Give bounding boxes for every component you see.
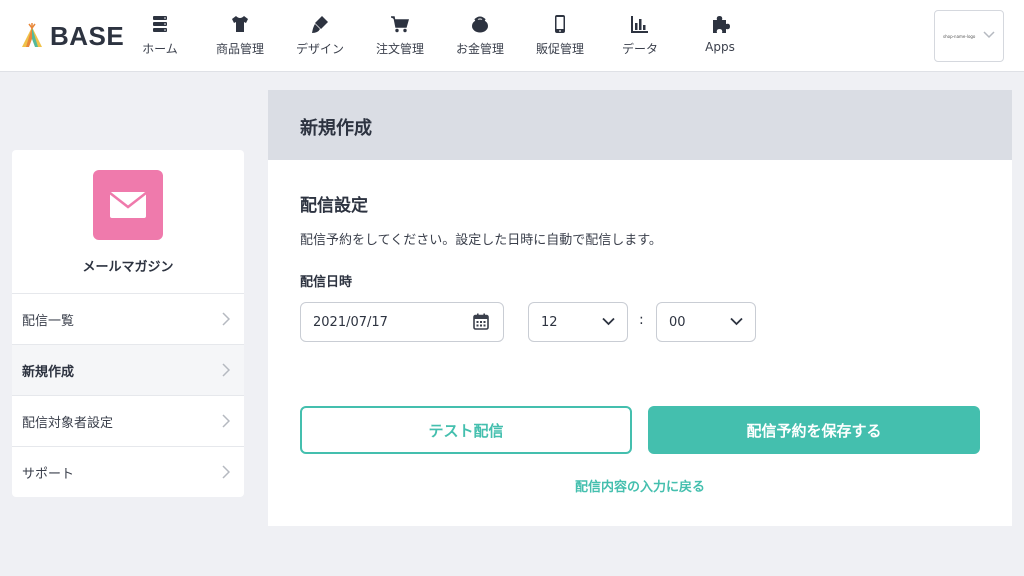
- nav-label: ホーム: [142, 42, 178, 56]
- nav-data[interactable]: データ: [600, 0, 680, 72]
- tent-logo-icon: [22, 23, 42, 47]
- brand-name: BASE: [50, 20, 125, 51]
- sidebar-item-audience[interactable]: 配信対象者設定: [12, 395, 244, 446]
- nav-label: お金管理: [455, 42, 504, 56]
- shop-logo: shop-name-logo: [943, 33, 976, 39]
- nav-home[interactable]: ホーム: [120, 0, 200, 72]
- minute-value: 00: [669, 314, 686, 330]
- chevron-down-icon: [983, 31, 995, 39]
- test-send-button[interactable]: テスト配信: [300, 406, 632, 454]
- main-nav: ホーム 商品管理 デザイン 注文管理 お金管理 販促管理 データ Apps: [120, 0, 760, 72]
- hour-value: 12: [541, 314, 558, 330]
- nav-label: デザイン: [295, 42, 344, 56]
- calendar-icon[interactable]: [473, 313, 489, 330]
- chevron-right-icon: [222, 312, 230, 326]
- sidebar-item-delivery-list[interactable]: 配信一覧: [12, 293, 244, 344]
- chevron-right-icon: [222, 363, 230, 377]
- mail-magazine-app-icon: [93, 170, 163, 240]
- nav-label: データ: [621, 42, 658, 56]
- sidebar-item-label: 配信一覧: [22, 313, 75, 329]
- nav-orders[interactable]: 注文管理: [360, 0, 440, 72]
- back-to-content-link[interactable]: 配信内容の入力に戻る: [300, 476, 980, 495]
- delivery-settings-panel: 配信設定 配信予約をしてください。設定した日時に自動で配信します。 配信日時 1…: [268, 160, 1012, 526]
- sidebar-item-label: 配信対象者設定: [22, 415, 114, 431]
- sidebar-item-label: サポート: [22, 466, 75, 482]
- bar-chart-icon: [631, 16, 648, 33]
- nav-money[interactable]: お金管理: [440, 0, 520, 72]
- tshirt-icon: [232, 16, 248, 32]
- chevron-right-icon: [222, 414, 230, 428]
- app-title: メールマガジン: [82, 260, 174, 275]
- shop-selector[interactable]: shop-name-logo: [934, 10, 1004, 62]
- time-separator: :: [639, 312, 644, 328]
- datetime-label: 配信日時: [300, 275, 353, 290]
- smartphone-icon: [555, 15, 565, 33]
- minute-select[interactable]: 00: [656, 302, 756, 342]
- sidebar: メールマガジン 配信一覧 新規作成 配信対象者設定 サポート: [12, 150, 244, 497]
- save-schedule-button[interactable]: 配信予約を保存する: [648, 406, 980, 454]
- sidebar-item-new[interactable]: 新規作成: [12, 344, 244, 395]
- chevron-right-icon: [222, 465, 230, 479]
- chevron-down-icon: [730, 317, 743, 326]
- home-icon: [153, 16, 167, 32]
- nav-label: 注文管理: [375, 42, 424, 56]
- nav-promotion[interactable]: 販促管理: [520, 0, 600, 72]
- page-header: 新規作成: [268, 90, 1012, 160]
- hour-select[interactable]: 12: [528, 302, 628, 342]
- puzzle-icon: [713, 16, 730, 33]
- wallet-icon: [472, 16, 488, 33]
- sidebar-menu: 配信一覧 新規作成 配信対象者設定 サポート: [12, 293, 244, 497]
- section-description: 配信予約をしてください。設定した日時に自動で配信します。: [300, 233, 662, 248]
- sidebar-item-support[interactable]: サポート: [12, 446, 244, 497]
- nav-label: Apps: [705, 40, 735, 54]
- nav-label: 商品管理: [215, 42, 264, 56]
- nav-label: 販促管理: [535, 42, 584, 56]
- chevron-down-icon: [602, 317, 615, 326]
- page-title: 新規作成: [300, 118, 372, 139]
- nav-products[interactable]: 商品管理: [200, 0, 280, 72]
- envelope-icon: [109, 192, 147, 218]
- base-logo[interactable]: BASE: [20, 20, 124, 52]
- cart-icon: [391, 16, 409, 33]
- brush-icon: [312, 16, 328, 33]
- section-title: 配信設定: [300, 196, 368, 216]
- top-header: BASE ホーム 商品管理 デザイン 注文管理 お金管理 販促管理 データ Ap…: [0, 0, 1024, 72]
- nav-design[interactable]: デザイン: [280, 0, 360, 72]
- nav-apps[interactable]: Apps: [680, 0, 760, 72]
- sidebar-item-label: 新規作成: [22, 364, 75, 380]
